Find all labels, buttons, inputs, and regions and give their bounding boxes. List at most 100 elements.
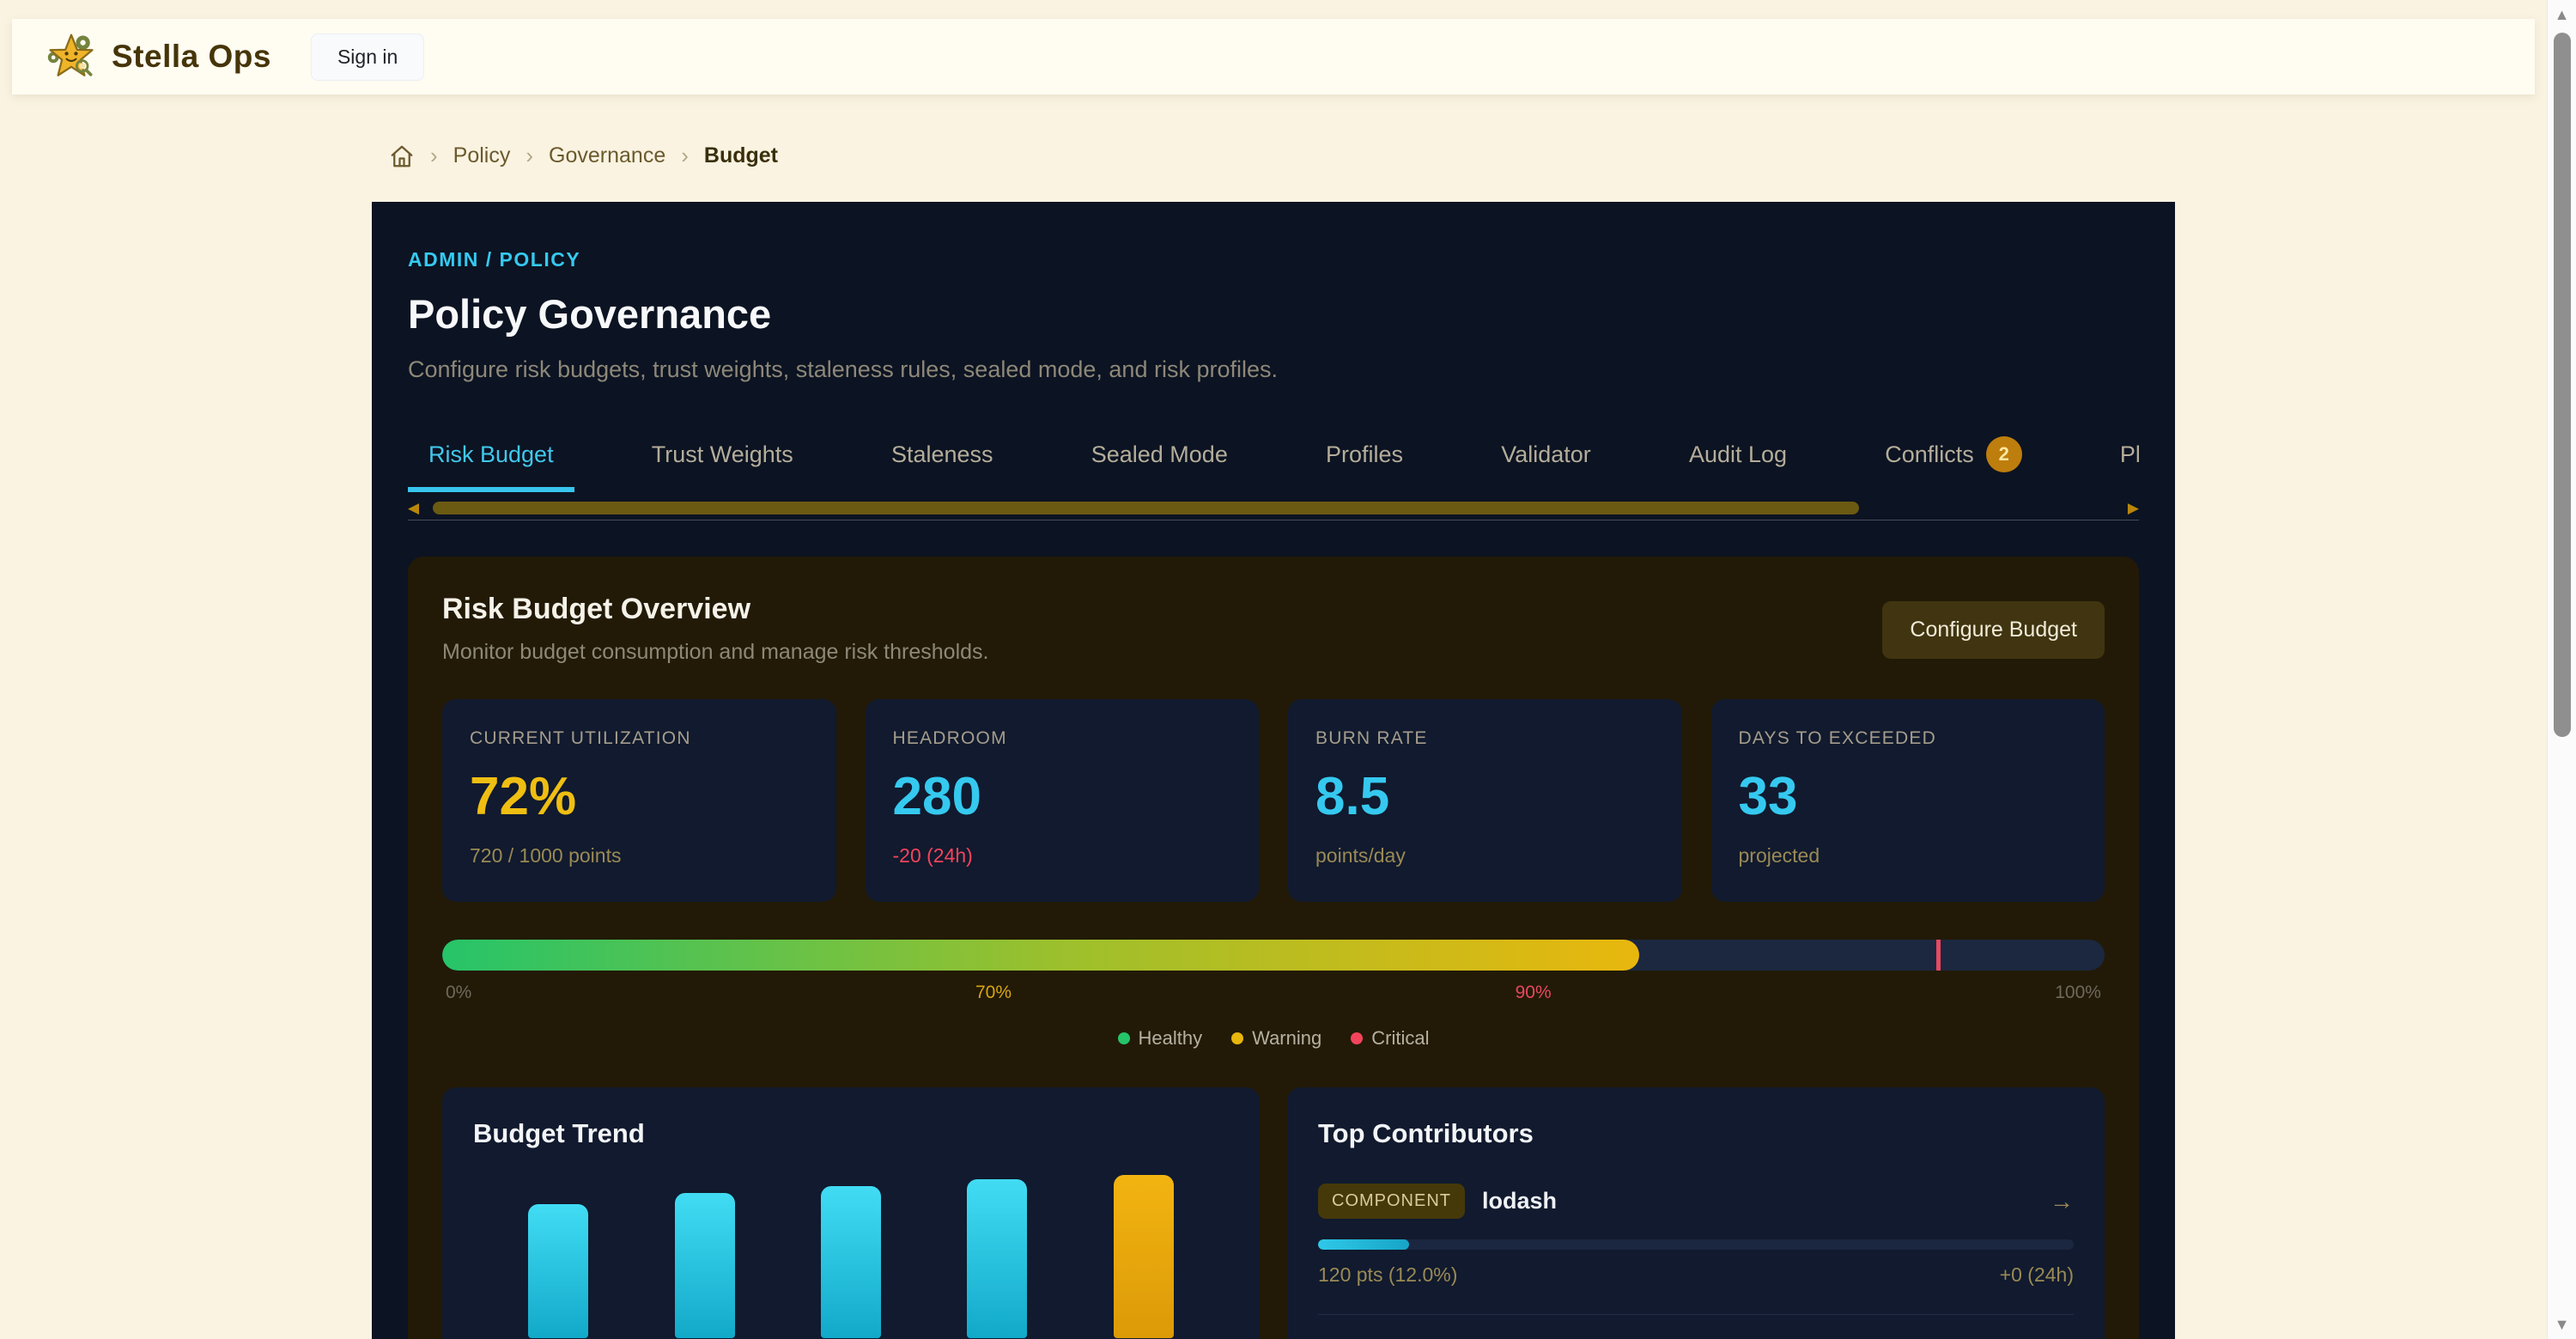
budget-trend-chart: 12/1 12/8 12/15 12/22 12/29	[473, 1175, 1229, 1339]
trend-bar-column: 12/22	[945, 1179, 1048, 1339]
tab-label: Audit Log	[1689, 441, 1787, 468]
scroll-up-icon[interactable]: ▲	[2555, 0, 2570, 29]
tab-audit-log[interactable]: Audit Log	[1668, 426, 1807, 492]
policy-governance-panel: ADMIN / POLICY Policy Governance Configu…	[372, 202, 2175, 1339]
legend-label: Critical	[1371, 1027, 1429, 1050]
stat-card-current-utilization: CURRENT UTILIZATION 72% 720 / 1000 points	[442, 699, 836, 902]
tab-label: Validator	[1501, 441, 1591, 468]
section-eyebrow: ADMIN / POLICY	[408, 248, 2139, 271]
utilization-gauge-fill	[442, 940, 1639, 971]
tab-label: Pl	[2120, 441, 2139, 468]
conflicts-count-badge: 2	[1986, 436, 2022, 472]
tab-risk-budget[interactable]: Risk Budget	[408, 426, 574, 492]
legend-label: Warning	[1252, 1027, 1321, 1050]
overview-subtitle: Monitor budget consumption and manage ri…	[442, 640, 988, 665]
tab-label: Staleness	[891, 441, 993, 468]
configure-budget-button[interactable]: Configure Budget	[1882, 601, 2105, 659]
stat-value: 72%	[470, 766, 809, 827]
contributor-divider	[1318, 1314, 2074, 1315]
legend-item-critical: Critical	[1351, 1027, 1429, 1050]
tab-sealed-mode[interactable]: Sealed Mode	[1071, 426, 1249, 492]
contributor-points: 120 pts (12.0%)	[1318, 1263, 1457, 1287]
trend-bar	[675, 1193, 735, 1338]
tab-staleness[interactable]: Staleness	[871, 426, 1014, 492]
legend-item-warning: Warning	[1231, 1027, 1321, 1050]
gauge-legend: HealthyWarningCritical	[442, 1027, 2105, 1050]
gauge-label-90: 90%	[1516, 983, 1552, 1003]
home-icon[interactable]	[389, 143, 415, 169]
sign-in-button[interactable]: Sign in	[311, 33, 424, 81]
breadcrumb-item-governance[interactable]: Governance	[549, 143, 665, 168]
trend-bar-column: 12/29	[1092, 1175, 1195, 1339]
contributor-header: COMPONENTlodash→	[1318, 1184, 2074, 1219]
arrow-right-icon[interactable]: →	[2050, 1188, 2074, 1215]
utilization-gauge	[442, 940, 2105, 971]
page-subtitle: Configure risk budgets, trust weights, s…	[408, 356, 2139, 383]
budget-trend-title: Budget Trend	[473, 1118, 1229, 1149]
tab-label: Conflicts	[1885, 441, 1974, 468]
stat-subtext: projected	[1739, 844, 2078, 867]
stat-subtext: 720 / 1000 points	[470, 844, 809, 867]
budget-trend-card: Budget Trend 12/1 12/8 12/15 12/22 12/29	[442, 1087, 1260, 1339]
tabs-scrollbar-thumb[interactable]	[433, 502, 1859, 514]
stat-card-days-to-exceeded: DAYS TO EXCEEDED 33 projected	[1711, 699, 2105, 902]
tab-trust-weights[interactable]: Trust Weights	[631, 426, 814, 492]
page: Stella Ops Sign in › Policy › Governance › Bu…	[0, 0, 2576, 1339]
stat-card-burn-rate: BURN RATE 8.5 points/day	[1288, 699, 1682, 902]
tab-profiles[interactable]: Profiles	[1305, 426, 1424, 492]
stat-value: 33	[1739, 766, 2078, 827]
page-scrollbar-thumb[interactable]	[2554, 33, 2571, 737]
trend-bar	[967, 1179, 1027, 1338]
gauge-label-70: 70%	[975, 983, 1012, 1003]
trend-bar	[528, 1204, 588, 1338]
app-header: Stella Ops Sign in	[12, 19, 2535, 94]
gauge-label-0: 0%	[446, 983, 471, 1003]
tab-label: Profiles	[1326, 441, 1403, 468]
trend-bar-column: 12/1	[507, 1204, 610, 1339]
stat-label: DAYS TO EXCEEDED	[1739, 728, 2078, 749]
stat-label: CURRENT UTILIZATION	[470, 728, 809, 749]
tabs-horizontal-scrollbar[interactable]: ◀ ▶	[408, 500, 2139, 515]
tab-validator[interactable]: Validator	[1480, 426, 1612, 492]
tab-label: Sealed Mode	[1091, 441, 1228, 468]
scroll-right-icon[interactable]: ▶	[2128, 501, 2139, 515]
contributor-progress-track	[1318, 1239, 2074, 1250]
tab-bar: Risk Budget Trust Weights Staleness Sealed …	[408, 421, 2139, 496]
contributors-list: COMPONENTlodash→120 pts (12.0%)+0 (24h)V…	[1318, 1184, 2074, 1339]
contributor-stats: 120 pts (12.0%)+0 (24h)	[1318, 1263, 2074, 1287]
trend-bar-column: 12/8	[653, 1193, 756, 1339]
critical-threshold-tick	[1936, 940, 1941, 971]
overview-title: Risk Budget Overview	[442, 593, 988, 626]
trend-bar	[1114, 1175, 1174, 1338]
scroll-left-icon[interactable]: ◀	[408, 501, 419, 515]
stat-subtext: -20 (24h)	[893, 844, 1232, 867]
top-contributors-title: Top Contributors	[1318, 1118, 2074, 1149]
legend-dot-icon	[1118, 1032, 1130, 1044]
tab-label: Trust Weights	[652, 441, 793, 468]
top-contributors-card: Top Contributors COMPONENTlodash→120 pts…	[1287, 1087, 2105, 1339]
page-vertical-scrollbar[interactable]: ▲ ▼	[2547, 0, 2576, 1339]
page-title: Policy Governance	[408, 290, 2139, 338]
tab-pl[interactable]: Pl	[2099, 426, 2139, 492]
gauge-threshold-labels: 0% 70% 90% 100%	[442, 983, 2105, 1003]
brand[interactable]: Stella Ops	[46, 32, 271, 82]
breadcrumb-separator-icon: ›	[430, 143, 438, 169]
tab-conflicts[interactable]: Conflicts 2	[1864, 421, 2043, 496]
tabs-scrollbar-track[interactable]	[424, 502, 2123, 514]
breadcrumb: ›Policy›Governance›Budget	[372, 94, 2175, 202]
contributor-lodash: COMPONENTlodash→120 pts (12.0%)+0 (24h)	[1318, 1184, 2074, 1287]
brand-name: Stella Ops	[112, 39, 271, 75]
stat-cards: CURRENT UTILIZATION72%720 / 1000 pointsH…	[442, 699, 2105, 902]
scroll-down-icon[interactable]: ▼	[2555, 1310, 2570, 1339]
breadcrumb-separator-icon: ›	[526, 143, 533, 169]
gauge-label-100: 100%	[2055, 983, 2101, 1003]
contributor-progress-fill	[1318, 1239, 1409, 1250]
legend-dot-icon	[1351, 1032, 1363, 1044]
stat-value: 8.5	[1315, 766, 1655, 827]
stat-label: BURN RATE	[1315, 728, 1655, 749]
trend-bar-column: 12/15	[799, 1186, 902, 1339]
contributor-name: lodash	[1482, 1188, 1557, 1214]
breadcrumb-item-policy[interactable]: Policy	[453, 143, 511, 168]
breadcrumb-separator-icon: ›	[681, 143, 689, 169]
stat-subtext: points/day	[1315, 844, 1655, 867]
